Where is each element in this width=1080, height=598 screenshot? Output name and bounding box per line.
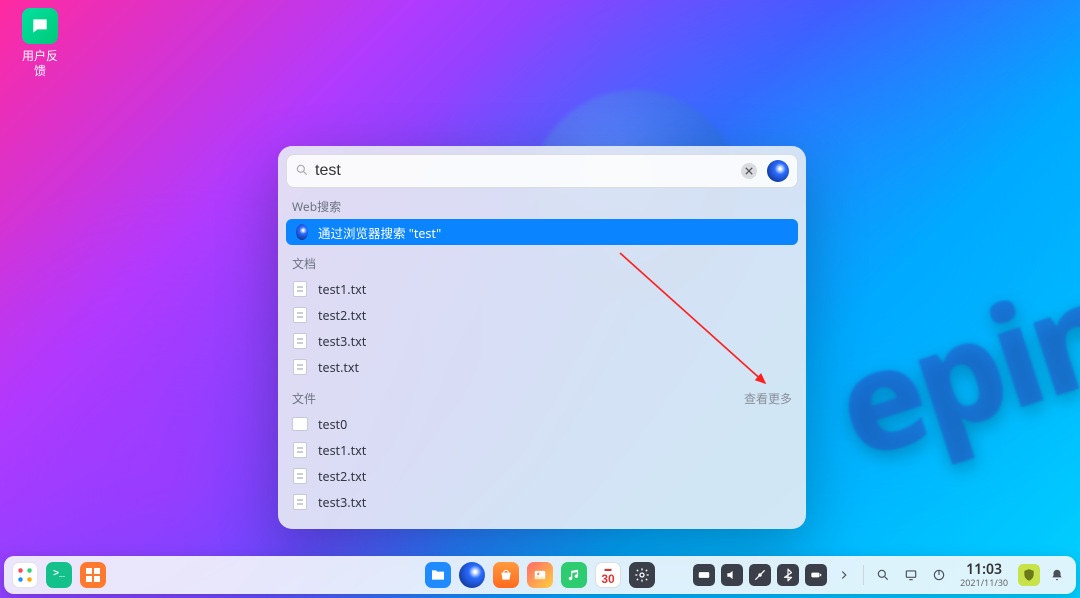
section-label-text: 文件: [292, 390, 316, 407]
calendar-day: 30: [601, 573, 614, 585]
result-label: test.txt: [318, 359, 359, 376]
text-file-icon: [292, 359, 308, 375]
file-result[interactable]: test1.txt: [286, 437, 798, 463]
settings-app[interactable]: [629, 562, 655, 588]
music-app[interactable]: [561, 562, 587, 588]
file-result[interactable]: test3.txt: [286, 489, 798, 515]
result-label: 通过浏览器搜索 "test": [318, 223, 441, 242]
search-icon: [295, 160, 309, 182]
multitask-view[interactable]: [80, 562, 106, 588]
tray-battery[interactable]: [805, 564, 827, 586]
web-search-result[interactable]: 通过浏览器搜索 "test": [286, 219, 798, 245]
view-more-link[interactable]: 查看更多: [744, 390, 792, 407]
global-search-window: Web搜索 通过浏览器搜索 "test" 文档 test1.txt test2.…: [278, 146, 806, 529]
bg-decoration-logo: epin: [812, 230, 1080, 500]
tray-brightness[interactable]: [749, 564, 771, 586]
tray-security[interactable]: [1018, 564, 1040, 586]
document-result[interactable]: test2.txt: [286, 302, 798, 328]
document-result[interactable]: test.txt: [286, 354, 798, 380]
section-label-text: Web搜索: [292, 198, 341, 215]
launcher-button[interactable]: [12, 562, 38, 588]
browser-app[interactable]: [459, 562, 485, 588]
text-file-icon: [292, 333, 308, 349]
section-documents: 文档: [286, 245, 798, 276]
file-result[interactable]: test0: [286, 411, 798, 437]
browser-icon[interactable]: [767, 160, 789, 182]
result-label: test0: [318, 416, 347, 433]
clear-search-button[interactable]: [741, 163, 757, 179]
tray-desktop[interactable]: [900, 564, 922, 586]
text-file-icon: [292, 442, 308, 458]
search-input[interactable]: [315, 162, 735, 180]
desktop-icon-label: 用户反 馈: [12, 48, 68, 78]
file-manager-app[interactable]: [425, 562, 451, 588]
file-icon: [292, 416, 308, 432]
tray-notifications[interactable]: [1046, 564, 1068, 586]
result-label: test1.txt: [318, 281, 366, 298]
search-bar: [286, 154, 798, 188]
clock-date: 2021/11/30: [960, 578, 1008, 587]
tray-volume[interactable]: [721, 564, 743, 586]
section-label-text: 文档: [292, 255, 316, 272]
taskbar-clock[interactable]: 11:03 2021/11/30: [960, 563, 1008, 587]
text-file-icon: [292, 307, 308, 323]
tray-expand[interactable]: [833, 564, 855, 586]
taskbar: ▬ 30 11:03 2021/11/30: [4, 556, 1076, 594]
document-result[interactable]: test1.txt: [286, 276, 798, 302]
tray-keyboard[interactable]: [693, 564, 715, 586]
result-label: test2.txt: [318, 468, 366, 485]
calendar-app[interactable]: ▬ 30: [595, 562, 621, 588]
text-file-icon: [292, 281, 308, 297]
app-store[interactable]: [493, 562, 519, 588]
tray-search[interactable]: [872, 564, 894, 586]
result-label: test3.txt: [318, 333, 366, 350]
section-files: 文件 查看更多: [286, 380, 798, 411]
document-result[interactable]: test3.txt: [286, 328, 798, 354]
result-label: test2.txt: [318, 307, 366, 324]
result-label: test3.txt: [318, 494, 366, 511]
browser-icon: [292, 224, 308, 240]
gallery-app[interactable]: [527, 562, 553, 588]
tray-power[interactable]: [928, 564, 950, 586]
file-result[interactable]: test2.txt: [286, 463, 798, 489]
text-file-icon: [292, 494, 308, 510]
tray-separator: [863, 565, 864, 585]
tray-bluetooth[interactable]: [777, 564, 799, 586]
feedback-icon: [22, 8, 58, 44]
section-web-search: Web搜索: [286, 188, 798, 219]
text-file-icon: [292, 468, 308, 484]
desktop-icon-feedback[interactable]: 用户反 馈: [12, 8, 68, 78]
result-label: test1.txt: [318, 442, 366, 459]
terminal-app[interactable]: [46, 562, 72, 588]
